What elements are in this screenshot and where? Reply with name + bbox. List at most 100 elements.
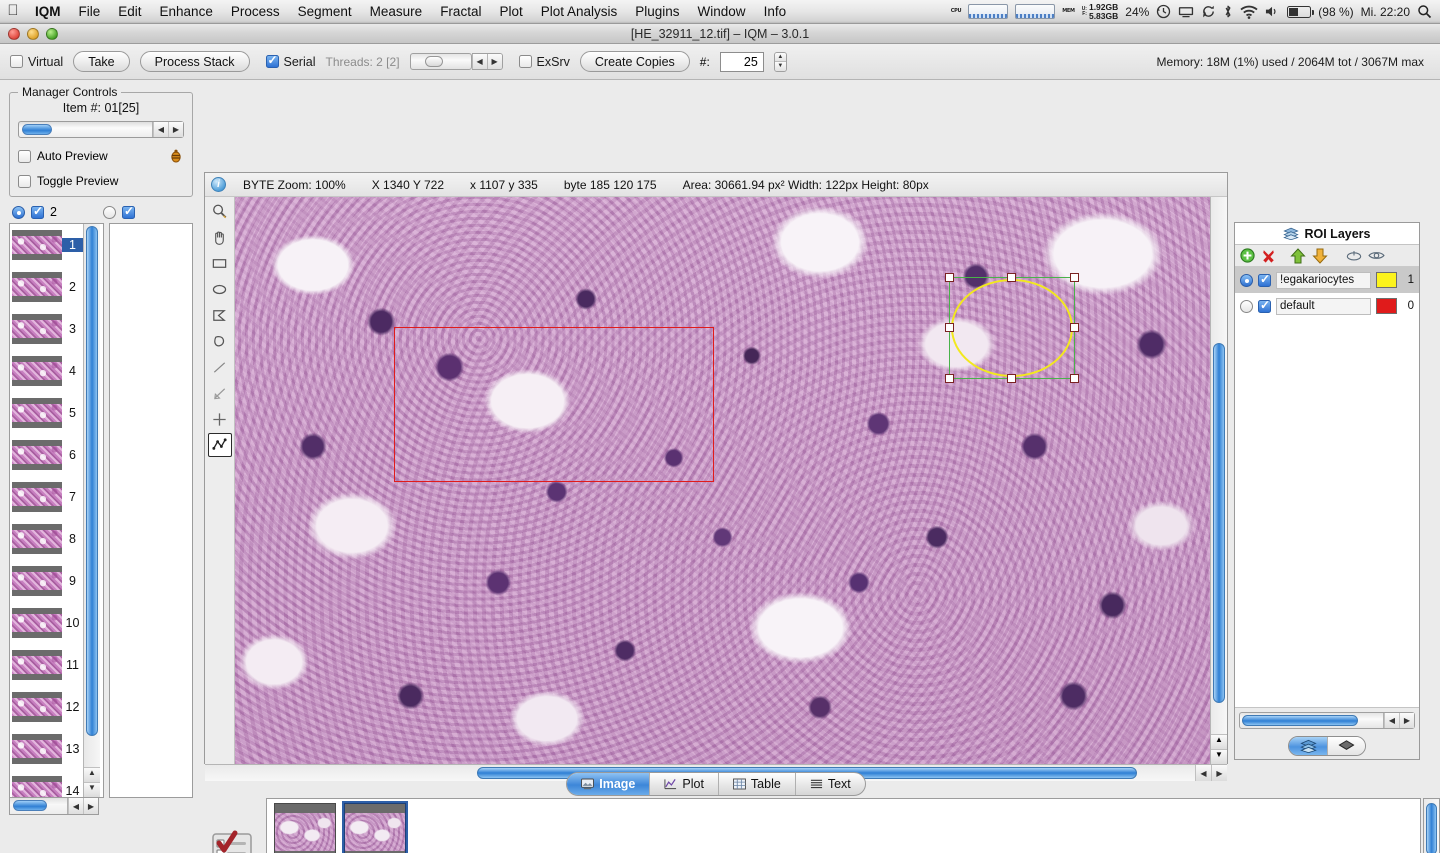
- threads-slider-track[interactable]: [410, 53, 472, 70]
- virtual-checkbox[interactable]: Virtual: [10, 55, 63, 69]
- roi-handle-ne[interactable]: [1070, 273, 1079, 282]
- roi-row-name[interactable]: default: [1276, 298, 1371, 315]
- roi-handle-n[interactable]: [1007, 273, 1016, 282]
- tab-image[interactable]: Image: [567, 773, 649, 795]
- roi-hscroll-track[interactable]: [1240, 713, 1383, 728]
- delete-layer-icon[interactable]: [1261, 248, 1276, 263]
- list-item[interactable]: 3: [10, 308, 83, 350]
- item-slider-track[interactable]: [19, 122, 152, 137]
- threads-slider-arrows[interactable]: ◀▶: [472, 53, 503, 70]
- cpu-meter-2[interactable]: [1015, 4, 1055, 19]
- radio-right[interactable]: [103, 206, 116, 219]
- roi-panel-hscroll[interactable]: ◀ ▶: [1239, 712, 1415, 729]
- toggle-preview-checkbox[interactable]: [18, 175, 31, 188]
- image-vscroll-thumb[interactable]: [1213, 343, 1225, 703]
- virtual-checkbox-box[interactable]: [10, 55, 23, 68]
- roi-ellipse-selected[interactable]: [949, 277, 1075, 379]
- checkbox-left[interactable]: [31, 206, 44, 219]
- serial-checkbox[interactable]: Serial: [266, 55, 316, 69]
- roi-footer-stack-icon[interactable]: [1327, 737, 1365, 755]
- roi-hscroll-thumb[interactable]: [1242, 715, 1358, 726]
- menu-item-measure[interactable]: Measure: [361, 2, 432, 21]
- count-stepper-down-icon[interactable]: ▼: [775, 62, 786, 71]
- cpu-percent[interactable]: 24%: [1125, 5, 1149, 19]
- rectangle-icon[interactable]: [208, 251, 232, 275]
- create-copies-button[interactable]: Create Copies: [580, 51, 690, 72]
- menu-item-file[interactable]: File: [70, 2, 110, 21]
- tab-plot[interactable]: Plot: [649, 773, 718, 795]
- thumbnail-hscroll-right-arrow-icon[interactable]: ▶: [83, 798, 98, 814]
- menu-item-enhance[interactable]: Enhance: [151, 2, 222, 21]
- thumbnail-hscroll-left-arrow-icon[interactable]: ◀: [68, 798, 83, 814]
- checkbox-right[interactable]: [122, 206, 135, 219]
- item-slider-thumb[interactable]: [22, 124, 52, 135]
- polyline-icon[interactable]: [208, 433, 232, 457]
- list-item[interactable]: 13: [10, 728, 83, 770]
- polygon-icon[interactable]: [208, 303, 232, 327]
- angle-icon[interactable]: [208, 381, 232, 405]
- count-input[interactable]: 25: [720, 52, 764, 72]
- auto-preview-row[interactable]: Auto Preview: [18, 148, 184, 164]
- roi-row-name[interactable]: !egakariocytes: [1276, 272, 1371, 289]
- strip-thumbnail[interactable]: [274, 803, 336, 853]
- cpu-meter-1[interactable]: [968, 4, 1008, 19]
- process-stack-button[interactable]: Process Stack: [140, 51, 250, 72]
- item-slider[interactable]: ◀▶: [18, 121, 184, 138]
- line-icon[interactable]: [208, 355, 232, 379]
- thumbnail-hscroll-track[interactable]: [10, 798, 67, 814]
- magnifier-icon[interactable]: [208, 199, 232, 223]
- freehand-icon[interactable]: [208, 329, 232, 353]
- visibility-icon[interactable]: [1368, 249, 1385, 262]
- thumbnail-scroll-up-icon[interactable]: ▲: [84, 767, 100, 782]
- roi-row-checkbox[interactable]: [1258, 300, 1271, 313]
- move-up-icon[interactable]: [1290, 248, 1306, 264]
- merge-icon[interactable]: [1346, 249, 1362, 262]
- image-strip-list[interactable]: 1 RGB2(25) RGB: [266, 798, 1421, 853]
- menu-item-plot-analysis[interactable]: Plot Analysis: [532, 2, 627, 21]
- sync-icon[interactable]: [1201, 4, 1216, 19]
- hand-icon[interactable]: [208, 225, 232, 249]
- threads-right-arrow-icon[interactable]: ▶: [487, 54, 502, 69]
- image-vertical-scrollbar[interactable]: ▲ ▼: [1210, 197, 1227, 764]
- list-item[interactable]: 1: [10, 224, 83, 266]
- tab-table[interactable]: Table: [718, 773, 795, 795]
- list-item[interactable]: 10: [10, 602, 83, 644]
- serial-checkbox-box[interactable]: [266, 55, 279, 68]
- menubar-clock[interactable]: Mi. 22:20: [1361, 5, 1410, 19]
- manager-detail-list[interactable]: [109, 223, 193, 798]
- menu-item-process[interactable]: Process: [222, 2, 289, 21]
- thumbnail-scroll-down-icon[interactable]: ▼: [84, 782, 100, 797]
- take-button[interactable]: Take: [73, 51, 129, 72]
- list-item[interactable]: 11: [10, 644, 83, 686]
- menu-item-window[interactable]: Window: [689, 2, 755, 21]
- roi-handle-s[interactable]: [1007, 374, 1016, 383]
- roi-handle-w[interactable]: [945, 323, 954, 332]
- count-stepper-up-icon[interactable]: ▲: [775, 53, 786, 63]
- volume-icon[interactable]: [1265, 5, 1280, 18]
- roi-row-radio[interactable]: [1240, 300, 1253, 313]
- roi-row-checkbox[interactable]: [1258, 274, 1271, 287]
- roi-hscroll-left-icon[interactable]: ◀: [1384, 713, 1399, 728]
- list-item[interactable]: 8: [10, 518, 83, 560]
- checklist-icon[interactable]: [210, 829, 254, 853]
- auto-preview-checkbox[interactable]: [18, 150, 31, 163]
- roi-ellipse-shape[interactable]: [951, 279, 1073, 377]
- menu-item-plugins[interactable]: Plugins: [626, 2, 688, 21]
- roi-handle-se[interactable]: [1070, 374, 1079, 383]
- menu-item-iqm[interactable]: IQM: [26, 2, 70, 21]
- thumbnail-list-scrollbar[interactable]: ▲ ▼: [83, 224, 100, 797]
- toggle-preview-row[interactable]: Toggle Preview: [18, 174, 184, 188]
- menu-item-plot[interactable]: Plot: [490, 2, 531, 21]
- thumbnail-list[interactable]: 1234567891011121314 ▲ ▼: [9, 223, 104, 798]
- item-slider-right-arrow-icon[interactable]: ▶: [168, 122, 183, 137]
- menu-item-segment[interactable]: Segment: [289, 2, 361, 21]
- ellipse-icon[interactable]: [208, 277, 232, 301]
- menu-item-info[interactable]: Info: [755, 2, 796, 21]
- roi-handle-e[interactable]: [1070, 323, 1079, 332]
- threads-slider[interactable]: ◀▶: [410, 53, 503, 70]
- image-vscroll-down-icon[interactable]: ▼: [1211, 749, 1227, 764]
- tab-text[interactable]: Text: [795, 773, 865, 795]
- threads-slider-knob[interactable]: [425, 56, 443, 67]
- image-strip-scrollbar[interactable]: ▲ ▼: [1423, 798, 1440, 853]
- list-item[interactable]: 6: [10, 434, 83, 476]
